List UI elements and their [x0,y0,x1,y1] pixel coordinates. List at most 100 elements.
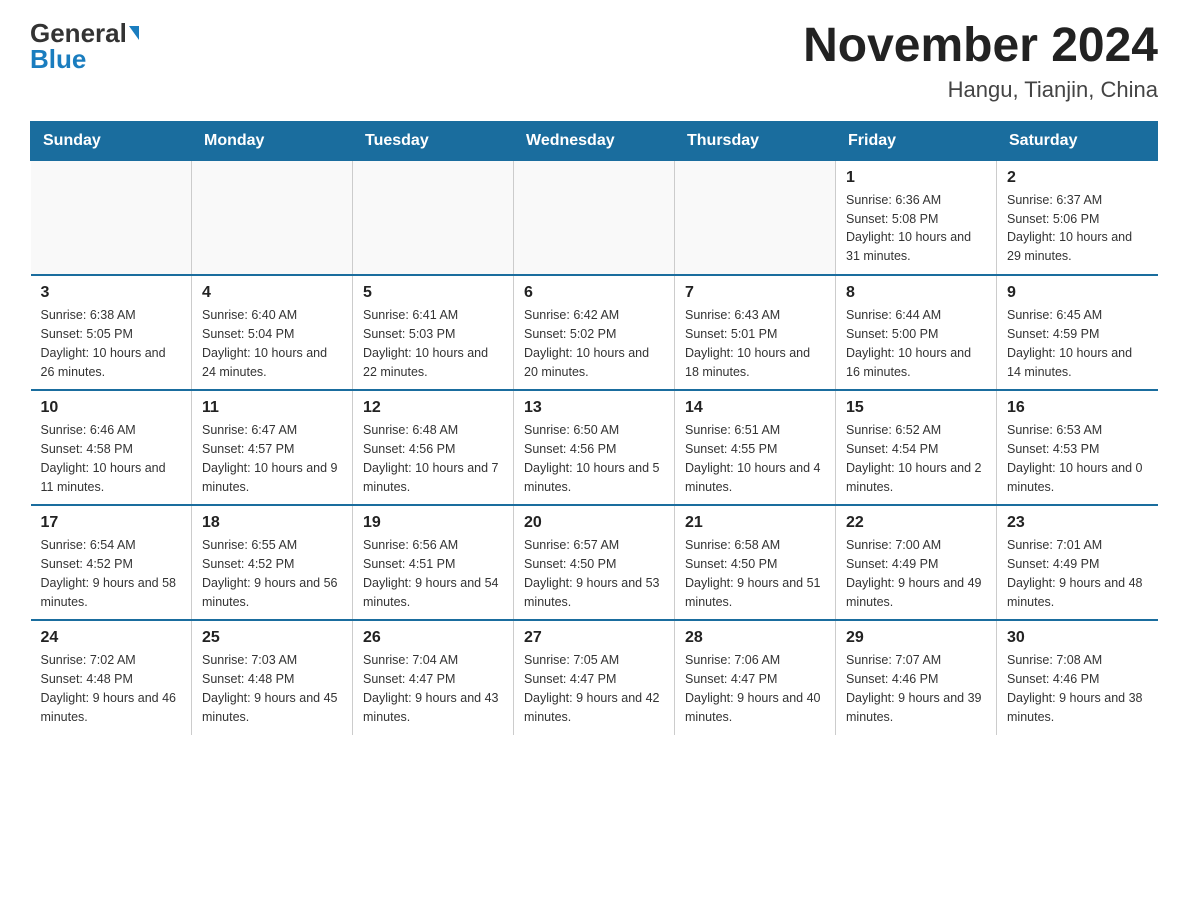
month-title: November 2024 [803,20,1158,73]
week-row-4: 17 Sunrise: 6:54 AM Sunset: 4:52 PM Dayli… [31,505,1158,620]
day-info: Sunrise: 6:46 AM Sunset: 4:58 PM Dayligh… [41,421,182,496]
day-number: 15 [846,399,986,417]
calendar-table: SundayMondayTuesdayWednesdayThursdayFrid… [30,121,1158,736]
day-info: Sunrise: 6:40 AM Sunset: 5:04 PM Dayligh… [202,306,342,381]
day-info: Sunrise: 6:55 AM Sunset: 4:52 PM Dayligh… [202,536,342,611]
calendar-cell [31,160,192,275]
day-header-sunday: Sunday [31,121,192,160]
day-header-monday: Monday [192,121,353,160]
day-number: 18 [202,514,342,532]
day-number: 9 [1007,284,1148,302]
day-header-saturday: Saturday [997,121,1158,160]
day-number: 19 [363,514,503,532]
week-row-5: 24 Sunrise: 7:02 AM Sunset: 4:48 PM Dayli… [31,620,1158,735]
calendar-header: SundayMondayTuesdayWednesdayThursdayFrid… [31,121,1158,160]
calendar-cell: 15Sunrise: 6:52 AM Sunset: 4:54 PM Dayli… [836,390,997,505]
day-info: Sunrise: 7:01 AM Sunset: 4:49 PM Dayligh… [1007,536,1148,611]
day-info: Sunrise: 7:06 AM Sunset: 4:47 PM Dayligh… [685,651,825,726]
calendar-cell: 6Sunrise: 6:42 AM Sunset: 5:02 PM Daylig… [514,275,675,390]
day-info: Sunrise: 6:54 AM Sunset: 4:52 PM Dayligh… [41,536,182,611]
calendar-cell [514,160,675,275]
calendar-cell: 30 Sunrise: 7:08 AM Sunset: 4:46 PM Dayli… [997,620,1158,735]
day-number: 12 [363,399,503,417]
calendar-cell: 29 Sunrise: 7:07 AM Sunset: 4:46 PM Dayli… [836,620,997,735]
week-row-2: 3Sunrise: 6:38 AM Sunset: 5:05 PM Daylig… [31,275,1158,390]
calendar-cell: 22 Sunrise: 7:00 AM Sunset: 4:49 PM Dayli… [836,505,997,620]
day-number: 4 [202,284,342,302]
page-header: General Blue November 2024 Hangu, Tianji… [30,20,1158,103]
day-info: Sunrise: 7:02 AM Sunset: 4:48 PM Dayligh… [41,651,182,726]
calendar-cell: 7 Sunrise: 6:43 AM Sunset: 5:01 PM Daylig… [675,275,836,390]
day-number: 1 [846,169,986,187]
day-number: 13 [524,399,664,417]
calendar-cell: 20 Sunrise: 6:57 AM Sunset: 4:50 PM Dayli… [514,505,675,620]
day-number: 14 [685,399,825,417]
logo-triangle-icon [129,26,139,40]
day-number: 26 [363,629,503,647]
day-info: Sunrise: 6:53 AM Sunset: 4:53 PM Dayligh… [1007,421,1148,496]
calendar-cell: 19 Sunrise: 6:56 AM Sunset: 4:51 PM Dayli… [353,505,514,620]
calendar-cell: 14 Sunrise: 6:51 AM Sunset: 4:55 PM Dayli… [675,390,836,505]
day-info: Sunrise: 6:48 AM Sunset: 4:56 PM Dayligh… [363,421,503,496]
day-number: 23 [1007,514,1148,532]
calendar-cell [675,160,836,275]
day-header-wednesday: Wednesday [514,121,675,160]
day-number: 6 [524,284,664,302]
day-number: 17 [41,514,182,532]
day-number: 16 [1007,399,1148,417]
day-number: 20 [524,514,664,532]
logo-general: General [30,20,127,46]
calendar-cell: 3Sunrise: 6:38 AM Sunset: 5:05 PM Daylig… [31,275,192,390]
day-header-friday: Friday [836,121,997,160]
calendar-cell: 27 Sunrise: 7:05 AM Sunset: 4:47 PM Dayli… [514,620,675,735]
day-info: Sunrise: 7:05 AM Sunset: 4:47 PM Dayligh… [524,651,664,726]
calendar-cell: 1Sunrise: 6:36 AM Sunset: 5:08 PM Daylig… [836,160,997,275]
calendar-cell: 26Sunrise: 7:04 AM Sunset: 4:47 PM Dayli… [353,620,514,735]
day-info: Sunrise: 6:43 AM Sunset: 5:01 PM Dayligh… [685,306,825,381]
calendar-cell: 28 Sunrise: 7:06 AM Sunset: 4:47 PM Dayli… [675,620,836,735]
calendar-cell: 9 Sunrise: 6:45 AM Sunset: 4:59 PM Daylig… [997,275,1158,390]
day-info: Sunrise: 6:58 AM Sunset: 4:50 PM Dayligh… [685,536,825,611]
day-info: Sunrise: 7:00 AM Sunset: 4:49 PM Dayligh… [846,536,986,611]
day-number: 7 [685,284,825,302]
day-number: 5 [363,284,503,302]
days-of-week-row: SundayMondayTuesdayWednesdayThursdayFrid… [31,121,1158,160]
calendar-cell: 8 Sunrise: 6:44 AM Sunset: 5:00 PM Daylig… [836,275,997,390]
day-number: 22 [846,514,986,532]
calendar-cell: 23 Sunrise: 7:01 AM Sunset: 4:49 PM Dayli… [997,505,1158,620]
day-number: 2 [1007,169,1148,187]
day-info: Sunrise: 6:37 AM Sunset: 5:06 PM Dayligh… [1007,191,1148,266]
day-info: Sunrise: 6:56 AM Sunset: 4:51 PM Dayligh… [363,536,503,611]
week-row-3: 10Sunrise: 6:46 AM Sunset: 4:58 PM Dayli… [31,390,1158,505]
day-header-tuesday: Tuesday [353,121,514,160]
day-info: Sunrise: 6:50 AM Sunset: 4:56 PM Dayligh… [524,421,664,496]
calendar-cell: 11Sunrise: 6:47 AM Sunset: 4:57 PM Dayli… [192,390,353,505]
calendar-cell: 12 Sunrise: 6:48 AM Sunset: 4:56 PM Dayli… [353,390,514,505]
calendar-cell: 21 Sunrise: 6:58 AM Sunset: 4:50 PM Dayli… [675,505,836,620]
day-info: Sunrise: 6:57 AM Sunset: 4:50 PM Dayligh… [524,536,664,611]
day-number: 11 [202,399,342,417]
day-info: Sunrise: 6:45 AM Sunset: 4:59 PM Dayligh… [1007,306,1148,381]
day-number: 8 [846,284,986,302]
day-number: 30 [1007,629,1148,647]
calendar-cell: 5 Sunrise: 6:41 AM Sunset: 5:03 PM Daylig… [353,275,514,390]
calendar-cell: 10Sunrise: 6:46 AM Sunset: 4:58 PM Dayli… [31,390,192,505]
calendar-cell: 18 Sunrise: 6:55 AM Sunset: 4:52 PM Dayli… [192,505,353,620]
day-header-thursday: Thursday [675,121,836,160]
day-info: Sunrise: 6:41 AM Sunset: 5:03 PM Dayligh… [363,306,503,381]
day-info: Sunrise: 6:44 AM Sunset: 5:00 PM Dayligh… [846,306,986,381]
day-info: Sunrise: 7:08 AM Sunset: 4:46 PM Dayligh… [1007,651,1148,726]
day-number: 27 [524,629,664,647]
calendar-cell: 16 Sunrise: 6:53 AM Sunset: 4:53 PM Dayli… [997,390,1158,505]
day-info: Sunrise: 6:51 AM Sunset: 4:55 PM Dayligh… [685,421,825,496]
calendar-cell: 13 Sunrise: 6:50 AM Sunset: 4:56 PM Dayli… [514,390,675,505]
day-number: 29 [846,629,986,647]
calendar-cell: 24 Sunrise: 7:02 AM Sunset: 4:48 PM Dayli… [31,620,192,735]
day-number: 21 [685,514,825,532]
day-number: 24 [41,629,182,647]
calendar-cell [353,160,514,275]
day-info: Sunrise: 6:38 AM Sunset: 5:05 PM Dayligh… [41,306,182,381]
day-number: 28 [685,629,825,647]
day-info: Sunrise: 7:03 AM Sunset: 4:48 PM Dayligh… [202,651,342,726]
day-info: Sunrise: 7:07 AM Sunset: 4:46 PM Dayligh… [846,651,986,726]
